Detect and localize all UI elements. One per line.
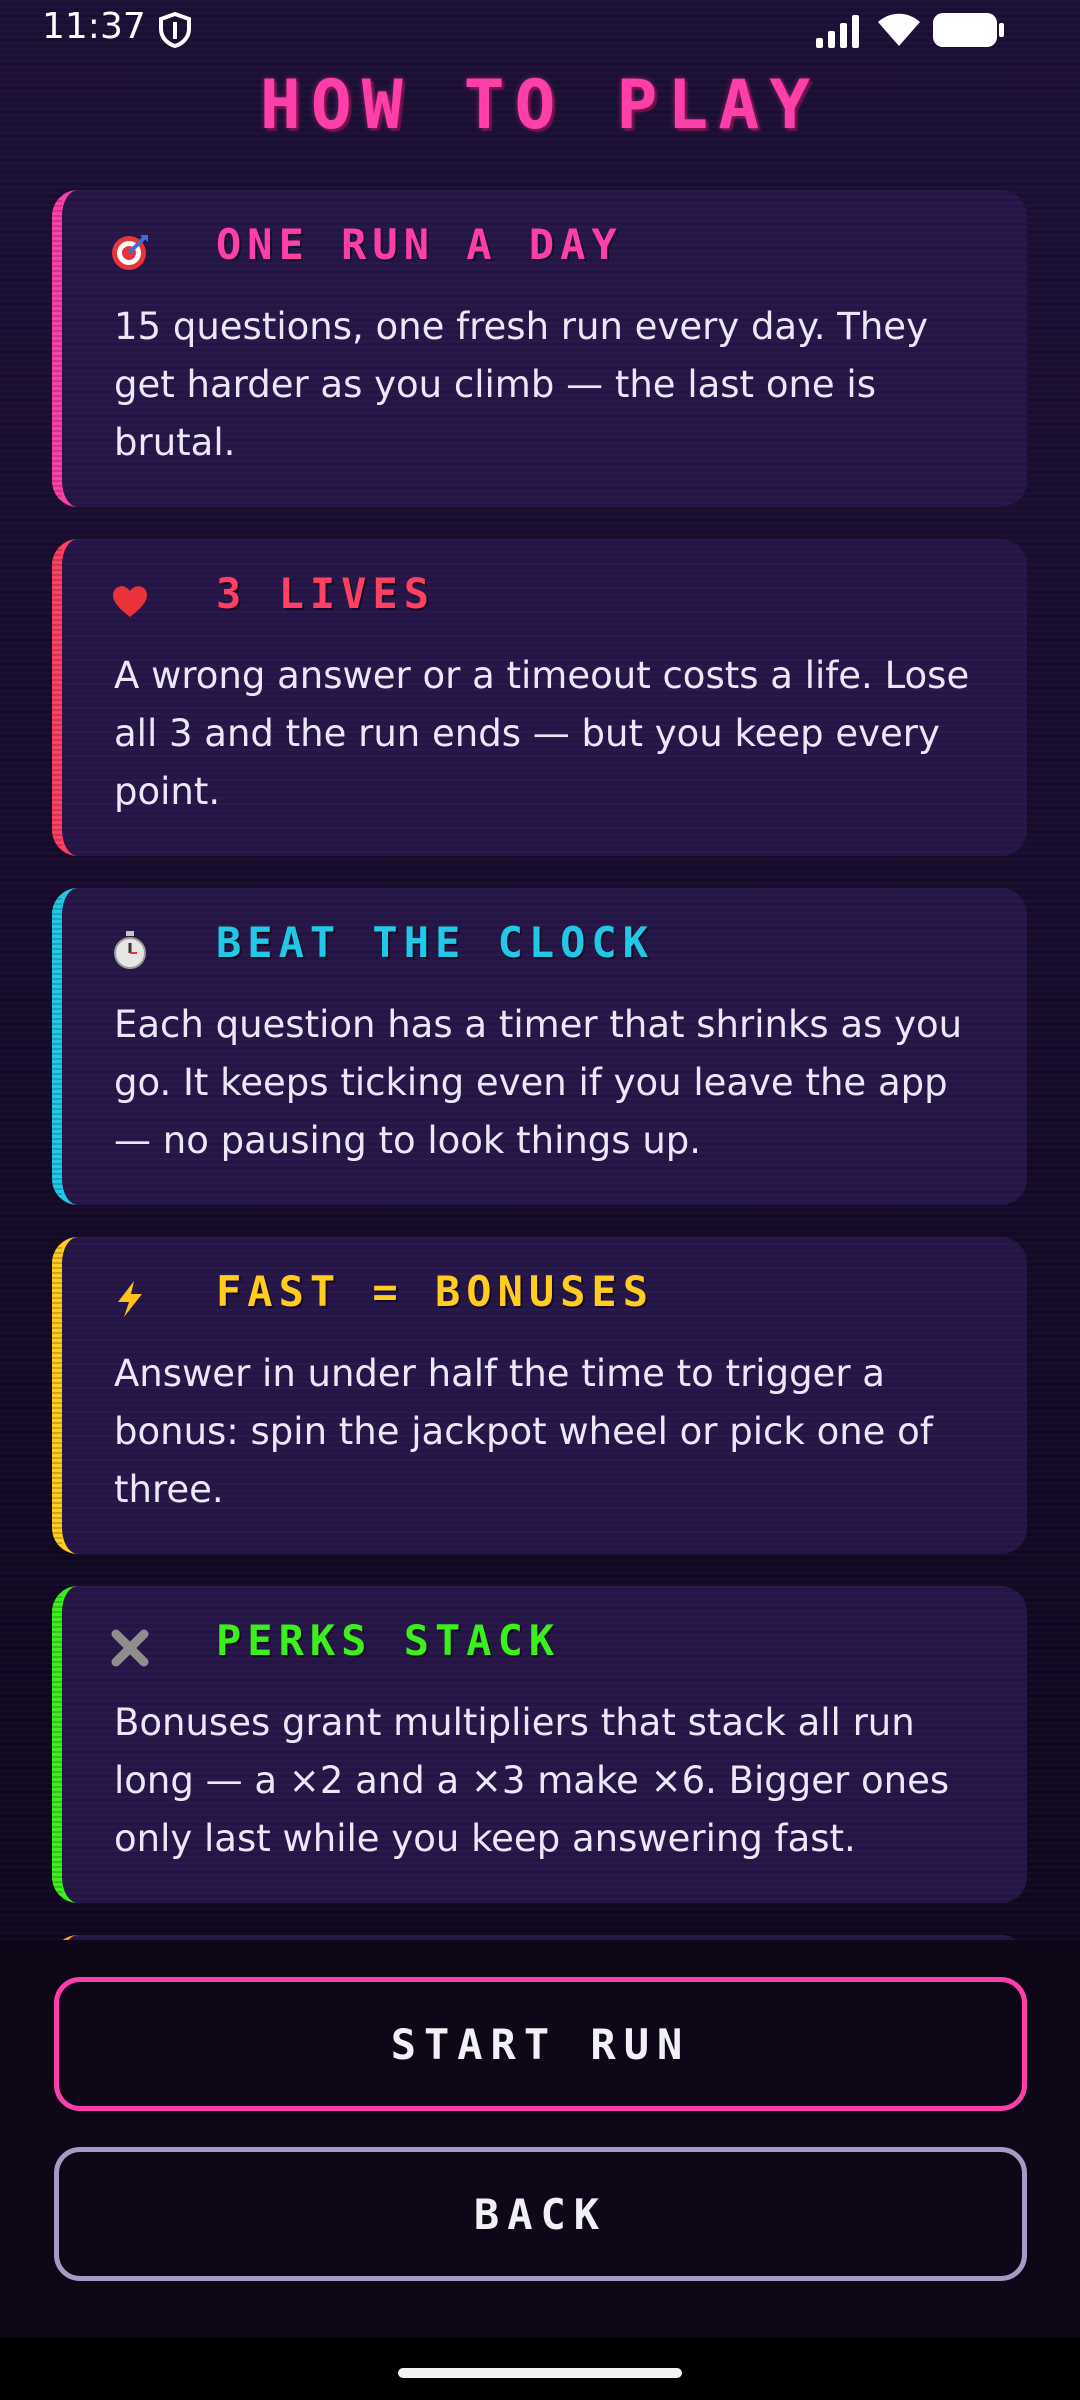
system-nav-bar	[0, 2338, 1080, 2400]
rule-card-3-lives: 3 LIVES A wrong answer or a timeout cost…	[52, 539, 1027, 856]
rules-list[interactable]: ONE RUN A DAY 15 questions, one fresh ru…	[0, 0, 1080, 1940]
card-accent-stripe	[52, 539, 62, 856]
target-icon	[110, 232, 150, 272]
rule-card-one-run-a-day: ONE RUN A DAY 15 questions, one fresh ru…	[52, 190, 1027, 507]
rule-description: Each question has a timer that shrinks a…	[114, 1003, 963, 1162]
rule-description: Answer in under half the time to trigger…	[114, 1352, 933, 1511]
rule-title: FAST = BONUSES	[216, 1267, 655, 1316]
rule-card-perks-stack: PERKS STACK Bonuses grant multipliers th…	[52, 1586, 1027, 1903]
back-button[interactable]: BACK	[54, 2147, 1027, 2281]
start-run-button[interactable]: START RUN	[54, 1977, 1027, 2111]
lightning-icon	[110, 1279, 150, 1319]
home-indicator[interactable]	[398, 2368, 682, 2378]
card-accent-stripe	[52, 190, 62, 507]
stopwatch-icon	[110, 930, 150, 970]
rule-title: PERKS STACK	[216, 1616, 561, 1665]
rule-card-beat-the-clock: BEAT THE CLOCK Each question has a timer…	[52, 888, 1027, 1205]
rule-title: 3 LIVES	[216, 569, 436, 618]
rule-title: BEAT THE CLOCK	[216, 918, 655, 967]
rule-title: ONE RUN A DAY	[216, 220, 623, 269]
rule-description: A wrong answer or a timeout costs a life…	[114, 654, 970, 813]
card-accent-stripe	[52, 1586, 62, 1903]
rule-description: Bonuses grant multipliers that stack all…	[114, 1701, 950, 1860]
rule-description: 15 questions, one fresh run every day. T…	[114, 305, 928, 464]
multiply-icon	[110, 1628, 150, 1668]
card-accent-stripe	[52, 1237, 62, 1554]
card-accent-stripe	[52, 888, 62, 1205]
rule-card-fast-bonuses: FAST = BONUSES Answer in under half the …	[52, 1237, 1027, 1554]
heart-icon	[110, 581, 150, 621]
